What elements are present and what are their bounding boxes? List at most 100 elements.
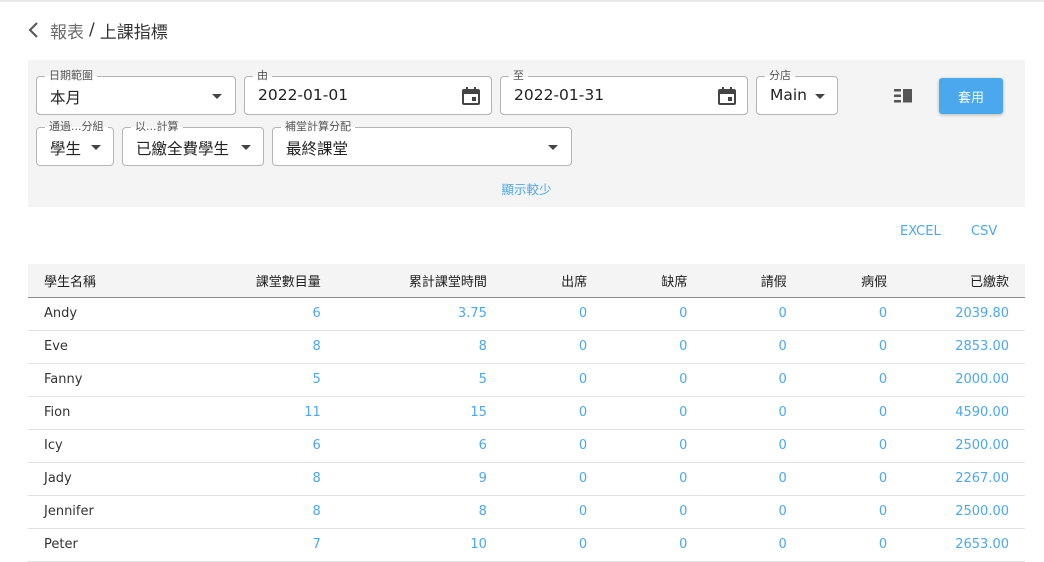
paid-cell[interactable]: 4590.00 [903, 396, 1025, 430]
paid-cell[interactable]: 2500.00 [903, 495, 1025, 529]
lesson-count-cell[interactable]: 8 [181, 330, 337, 364]
sick-leave-cell[interactable]: 0 [802, 330, 904, 364]
leave-cell[interactable]: 0 [703, 396, 803, 430]
absent-cell[interactable]: 0 [603, 396, 704, 430]
total-hours-cell[interactable]: 5 [336, 363, 503, 397]
sick-leave-cell[interactable]: 0 [802, 528, 904, 562]
calc-by-value: 已繳全費學生 [136, 140, 230, 158]
table-row: Peter 7 10 0 0 0 0 2653.00 [28, 528, 1025, 562]
calendar-icon[interactable] [461, 86, 481, 106]
header-paid[interactable]: 已繳款 [903, 264, 1025, 298]
header-attended[interactable]: 出席 [502, 264, 604, 298]
from-date-field[interactable]: 由 2022-01-01 [244, 69, 492, 115]
header-absent[interactable]: 缺席 [603, 264, 704, 298]
branch-select[interactable]: 分店 Main [756, 69, 838, 115]
lesson-count-cell[interactable]: 11 [181, 396, 337, 430]
chevron-left-icon[interactable] [26, 20, 42, 40]
date-range-select[interactable]: 日期範圍 本月 [36, 69, 236, 115]
absent-cell[interactable]: 0 [603, 495, 704, 529]
filter-panel: 日期範圍 本月 由 2022-01-01 至 2022-01-31 分店 Mai… [28, 60, 1025, 207]
absent-cell[interactable]: 0 [603, 297, 704, 331]
attended-cell[interactable]: 0 [502, 330, 604, 364]
total-hours-cell[interactable]: 15 [336, 396, 503, 430]
student-name-cell: Peter [28, 528, 182, 562]
sick-leave-cell[interactable]: 0 [802, 495, 904, 529]
table-body: Andy 6 3.75 0 0 0 0 2039.80 Eve 8 8 0 0 0 0 2853.00 Fann… [28, 297, 1025, 562]
top-divider [0, 0, 1044, 2]
makeup-allocation-label: 補堂計算分配 [281, 120, 355, 134]
total-hours-cell[interactable]: 8 [336, 495, 503, 529]
absent-cell[interactable]: 0 [603, 363, 704, 397]
paid-cell[interactable]: 2653.00 [903, 528, 1025, 562]
sick-leave-cell[interactable]: 0 [802, 363, 904, 397]
to-date-field[interactable]: 至 2022-01-31 [500, 69, 748, 115]
attended-cell[interactable]: 0 [502, 495, 604, 529]
caret-down-icon [241, 145, 251, 150]
export-excel-link[interactable]: EXCEL [900, 224, 941, 239]
lesson-count-cell[interactable]: 5 [181, 363, 337, 397]
sick-leave-cell[interactable]: 0 [802, 396, 904, 430]
calendar-icon[interactable] [717, 86, 737, 106]
show-less-link[interactable]: 顯示較少 [28, 179, 1025, 198]
makeup-allocation-value: 最終課堂 [286, 140, 349, 158]
leave-cell[interactable]: 0 [703, 462, 803, 496]
table-row: Fion 11 15 0 0 0 0 4590.00 [28, 396, 1025, 430]
export-csv-link[interactable]: CSV [971, 224, 997, 239]
lesson-count-cell[interactable]: 8 [181, 462, 337, 496]
student-name-cell: Andy [28, 297, 182, 331]
attended-cell[interactable]: 0 [502, 429, 604, 463]
header-lesson-count[interactable]: 課堂數目量 [181, 264, 337, 298]
student-name-cell: Fion [28, 396, 182, 430]
table-row: Andy 6 3.75 0 0 0 0 2039.80 [28, 297, 1025, 331]
total-hours-cell[interactable]: 10 [336, 528, 503, 562]
attended-cell[interactable]: 0 [502, 462, 604, 496]
attended-cell[interactable]: 0 [502, 297, 604, 331]
from-date-label: 由 [253, 69, 272, 83]
sick-leave-cell[interactable]: 0 [802, 429, 904, 463]
absent-cell[interactable]: 0 [603, 429, 704, 463]
paid-cell[interactable]: 2500.00 [903, 429, 1025, 463]
paid-cell[interactable]: 2039.80 [903, 297, 1025, 331]
leave-cell[interactable]: 0 [703, 528, 803, 562]
leave-cell[interactable]: 0 [703, 495, 803, 529]
lesson-count-cell[interactable]: 8 [181, 495, 337, 529]
header-student-name[interactable]: 學生名稱 [28, 264, 182, 298]
columns-icon[interactable] [893, 87, 915, 105]
student-name-cell: Jennifer [28, 495, 182, 529]
lesson-count-cell[interactable]: 7 [181, 528, 337, 562]
table-row: Fanny 5 5 0 0 0 0 2000.00 [28, 363, 1025, 397]
paid-cell[interactable]: 2000.00 [903, 363, 1025, 397]
total-hours-cell[interactable]: 3.75 [336, 297, 503, 331]
makeup-allocation-select[interactable]: 補堂計算分配 最終課堂 [272, 120, 572, 166]
paid-cell[interactable]: 2267.00 [903, 462, 1025, 496]
total-hours-cell[interactable]: 8 [336, 330, 503, 364]
caret-down-icon [91, 145, 101, 150]
paid-cell[interactable]: 2853.00 [903, 330, 1025, 364]
header-total-hours[interactable]: 累計課堂時間 [336, 264, 503, 298]
group-by-select[interactable]: 通過...分組 學生 [36, 120, 114, 166]
leave-cell[interactable]: 0 [703, 363, 803, 397]
absent-cell[interactable]: 0 [603, 462, 704, 496]
absent-cell[interactable]: 0 [603, 528, 704, 562]
leave-cell[interactable]: 0 [703, 297, 803, 331]
header-sick-leave[interactable]: 病假 [802, 264, 904, 298]
total-hours-cell[interactable]: 6 [336, 429, 503, 463]
attended-cell[interactable]: 0 [502, 528, 604, 562]
attended-cell[interactable]: 0 [502, 363, 604, 397]
breadcrumb-parent[interactable]: 報表 [50, 18, 84, 43]
lesson-count-cell[interactable]: 6 [181, 297, 337, 331]
total-hours-cell[interactable]: 9 [336, 462, 503, 496]
sick-leave-cell[interactable]: 0 [802, 297, 904, 331]
apply-button[interactable]: 套用 [939, 78, 1003, 114]
breadcrumb: 報表 / 上課指標 [26, 18, 168, 43]
leave-cell[interactable]: 0 [703, 330, 803, 364]
leave-cell[interactable]: 0 [703, 429, 803, 463]
branch-label: 分店 [765, 69, 795, 83]
calc-by-select[interactable]: 以...計算 已繳全費學生 [122, 120, 264, 166]
absent-cell[interactable]: 0 [603, 330, 704, 364]
attended-cell[interactable]: 0 [502, 396, 604, 430]
header-leave[interactable]: 請假 [703, 264, 803, 298]
table-row: Eve 8 8 0 0 0 0 2853.00 [28, 330, 1025, 364]
lesson-count-cell[interactable]: 6 [181, 429, 337, 463]
sick-leave-cell[interactable]: 0 [802, 462, 904, 496]
